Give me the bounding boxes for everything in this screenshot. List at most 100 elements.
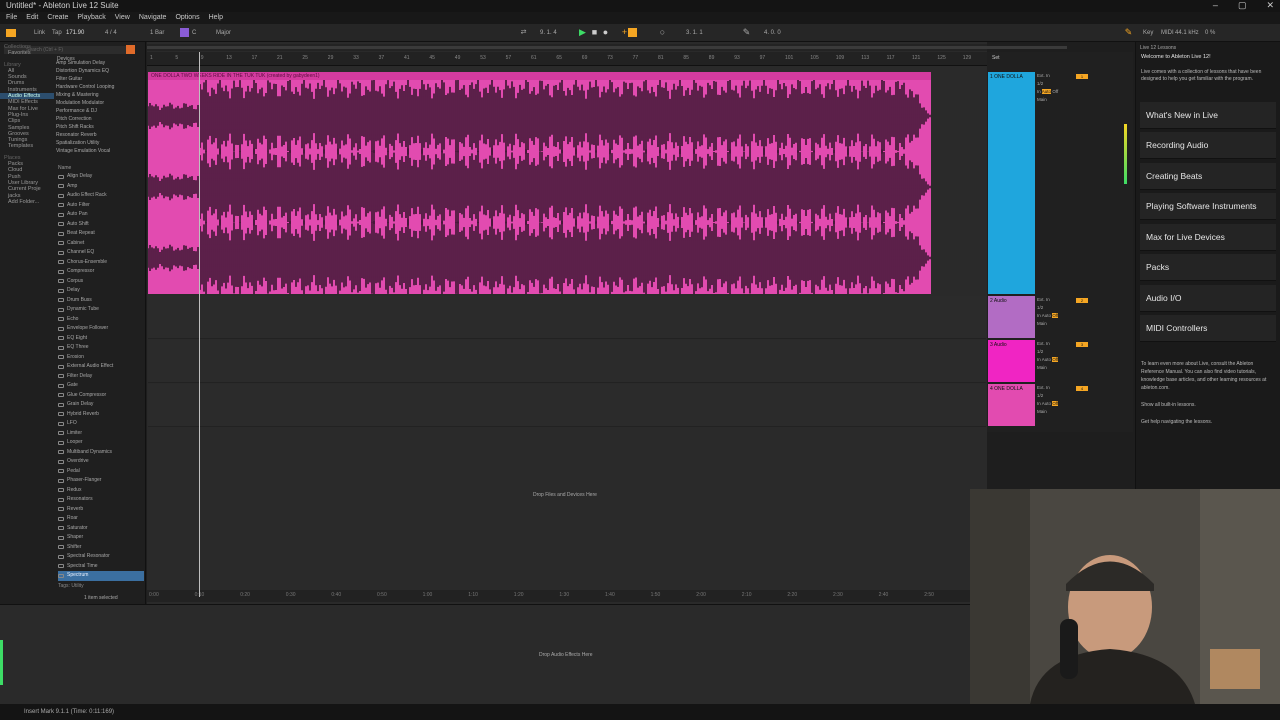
monitor-in[interactable]: In	[1037, 401, 1041, 406]
device-list-item[interactable]: Spectral Time	[58, 562, 144, 572]
menu-playback[interactable]: Playback	[77, 12, 105, 24]
device-list-item[interactable]: LFO	[58, 419, 144, 429]
time-signature-field[interactable]: 4 / 4	[105, 28, 117, 38]
input-type-select[interactable]: Ext. In	[1037, 72, 1077, 80]
category-row[interactable]: Pitch Shift Racks	[56, 123, 144, 131]
show-all-lessons-link[interactable]: Show all built-in lessons.	[1141, 402, 1196, 408]
device-list-item[interactable]: Auto Filter	[58, 201, 144, 211]
monitor-auto[interactable]: Auto	[1041, 89, 1052, 94]
menu-create[interactable]: Create	[47, 12, 68, 24]
category-row[interactable]: Distortion Dynamics EQ	[56, 67, 144, 75]
monitor-off[interactable]: Off	[1052, 357, 1059, 362]
input-type-select[interactable]: Ext. In	[1037, 384, 1077, 392]
loop-length-field[interactable]: 4. 0. 0	[764, 28, 781, 38]
category-row[interactable]: Performance & DJ	[56, 107, 144, 115]
device-list-item[interactable]: Shifter	[58, 543, 144, 553]
output-select[interactable]: Main	[1037, 408, 1077, 416]
lesson-audio-io[interactable]: Audio I/O	[1140, 285, 1276, 312]
stop-icon[interactable]: ■	[590, 28, 599, 37]
lesson-recording-audio[interactable]: Recording Audio	[1140, 132, 1276, 159]
menu-navigate[interactable]: Navigate	[139, 12, 167, 24]
device-list-item[interactable]: EQ Three	[58, 343, 144, 353]
metronome-icon[interactable]: ○	[658, 28, 667, 37]
device-list-item[interactable]: Gate	[58, 381, 144, 391]
play-icon[interactable]: ▶	[578, 28, 587, 37]
device-list-item[interactable]: Spectrum	[58, 571, 144, 581]
device-list-item[interactable]: Phaser-Flanger	[58, 476, 144, 486]
key-map-icon[interactable]: ✎	[1124, 28, 1133, 37]
device-list-item[interactable]: Auto Shift	[58, 220, 144, 230]
scale-field[interactable]: Major	[216, 28, 231, 38]
output-select[interactable]: Main	[1037, 96, 1077, 104]
device-list-item[interactable]: Drum Buss	[58, 296, 144, 306]
menu-options[interactable]: Options	[175, 12, 199, 24]
device-list-item[interactable]: Audio Effect Rack	[58, 191, 144, 201]
device-list-item[interactable]: Echo	[58, 315, 144, 325]
monitor-auto[interactable]: Auto	[1042, 357, 1051, 362]
device-list-item[interactable]: Hybrid Reverb	[58, 410, 144, 420]
device-list-item[interactable]: Looper	[58, 438, 144, 448]
device-list-item[interactable]: Chorus-Ensemble	[58, 258, 144, 268]
lane-4[interactable]	[148, 384, 986, 427]
device-list-item[interactable]: Shaper	[58, 533, 144, 543]
input-channel-select[interactable]: 1/2	[1037, 304, 1077, 312]
category-row[interactable]: Filter Guitar	[56, 75, 144, 83]
automation-arm-icon[interactable]	[628, 28, 637, 37]
category-row[interactable]: Spatialization Utility	[56, 139, 144, 147]
name-column-header[interactable]: Name	[58, 165, 71, 171]
track-4-activator[interactable]: 4	[1076, 386, 1088, 391]
input-channel-select[interactable]: 1/2	[1037, 80, 1077, 88]
device-list-item[interactable]: Amp	[58, 182, 144, 192]
lessons-help-link[interactable]: Get help navigating the lessons.	[1141, 419, 1212, 425]
device-list-item[interactable]: Envelope Follower	[58, 324, 144, 334]
device-list-item[interactable]: Erosion	[58, 353, 144, 363]
close-button[interactable]: ✕	[1266, 0, 1274, 11]
category-row[interactable]: Amp Simulation Delay	[56, 59, 144, 67]
device-list-item[interactable]: Compressor	[58, 267, 144, 277]
category-row[interactable]: Mixing & Mastering	[56, 91, 144, 99]
lesson-creating-beats[interactable]: Creating Beats	[1140, 163, 1276, 190]
track-header-4[interactable]: 4 ONE DOLLA	[988, 384, 1035, 426]
overview-strip[interactable]	[147, 44, 1067, 51]
category-row[interactable]: Pitch Correction	[56, 115, 144, 123]
track-3-activator[interactable]: 3	[1076, 342, 1088, 347]
device-list-item[interactable]: Spectral Resonator	[58, 552, 144, 562]
track-header-2[interactable]: 2 Audio	[988, 296, 1035, 338]
device-list-item[interactable]: Redux	[58, 486, 144, 496]
menu-help[interactable]: Help	[209, 12, 223, 24]
input-type-select[interactable]: Ext. In	[1037, 296, 1077, 304]
device-list-item[interactable]: Multiband Dynamics	[58, 448, 144, 458]
scale-mode-icon[interactable]	[180, 28, 189, 37]
track-header-3[interactable]: 3 Audio	[988, 340, 1035, 382]
lesson-software-instruments[interactable]: Playing Software Instruments	[1140, 193, 1276, 220]
track-1-activator[interactable]: 1	[1076, 74, 1088, 79]
device-list-item[interactable]: Reverb	[58, 505, 144, 515]
device-list-item[interactable]: Cabinet	[58, 239, 144, 249]
output-select[interactable]: Main	[1037, 364, 1077, 372]
tag-utility[interactable]: Utility	[71, 583, 83, 589]
lane-2[interactable]	[148, 296, 986, 339]
device-list-item[interactable]: Pedal	[58, 467, 144, 477]
key-field[interactable]: C	[192, 28, 196, 38]
browser-filter-icon[interactable]	[126, 45, 135, 54]
device-list-item[interactable]: Align Delay	[58, 172, 144, 182]
audio-clip[interactable]: ONE DOLLA TWO WEEKS RIDE IN THE TUK TUK …	[148, 72, 931, 294]
monitor-auto[interactable]: Auto	[1042, 313, 1051, 318]
record-icon[interactable]: ●	[601, 28, 610, 37]
device-list-item[interactable]: Delay	[58, 286, 144, 296]
monitor-off[interactable]: Off	[1052, 313, 1059, 318]
lesson-midi-controllers[interactable]: MIDI Controllers	[1140, 315, 1276, 342]
device-list-item[interactable]: Filter Delay	[58, 372, 144, 382]
track-header-1[interactable]: 1 ONE DOLLA	[988, 72, 1035, 294]
midi-label[interactable]: MIDI	[1161, 28, 1174, 38]
device-list-item[interactable]: Roar	[58, 514, 144, 524]
device-list-item[interactable]: Corpus	[58, 277, 144, 287]
link-button[interactable]: Link	[34, 28, 45, 38]
monitor-in[interactable]: In	[1037, 357, 1041, 362]
beat-ruler[interactable]: 1 5 9 13 17 21 25 29 33 37 41 45 49 53 57 61 65 69 73 77 81 8…	[147, 52, 987, 66]
lesson-max-for-live[interactable]: Max for Live Devices	[1140, 224, 1276, 251]
device-list-item[interactable]: Saturator	[58, 524, 144, 534]
lane-3[interactable]	[148, 340, 986, 383]
monitor-auto[interactable]: Auto	[1042, 401, 1051, 406]
monitor-in[interactable]: In	[1037, 313, 1041, 318]
